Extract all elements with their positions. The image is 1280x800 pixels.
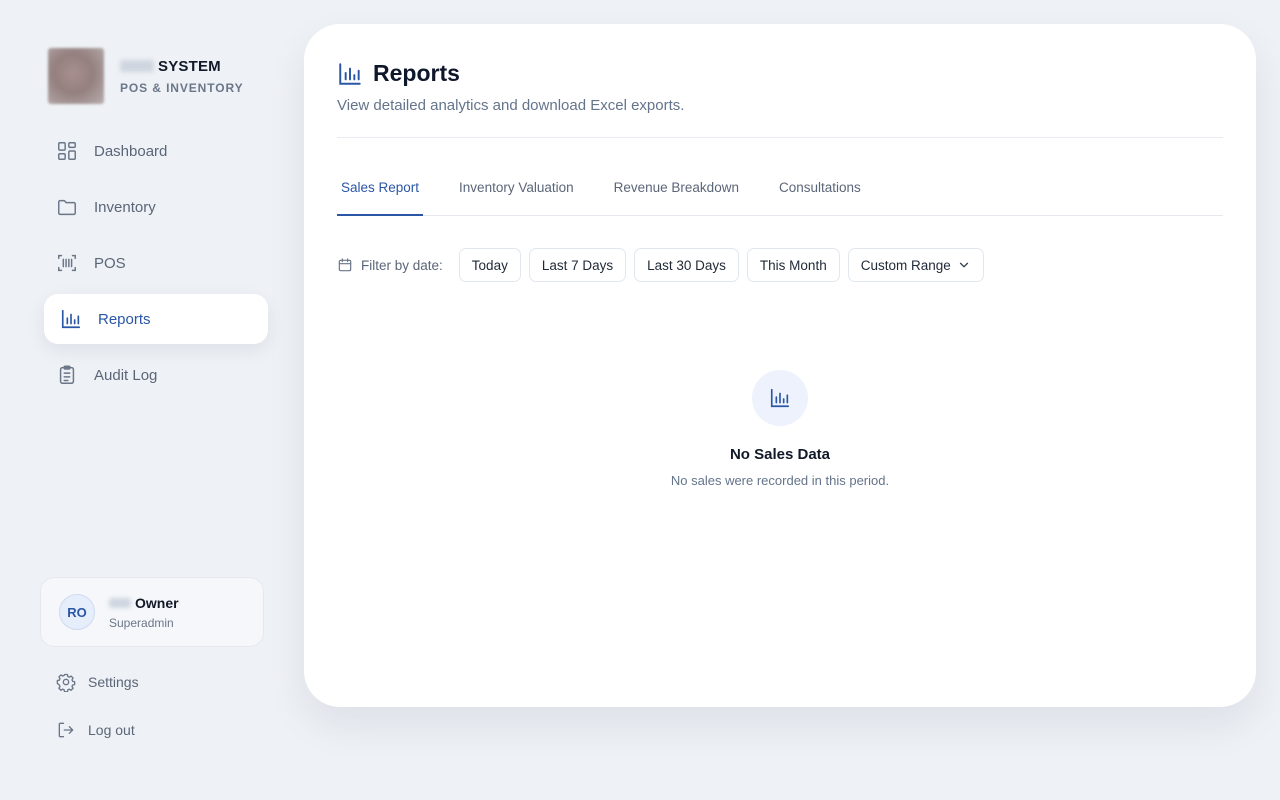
report-tabs: Sales Report Inventory Valuation Revenue… [337,174,1223,216]
gear-icon [56,672,76,692]
settings-label: Settings [88,674,139,690]
bar-chart-icon [60,308,82,330]
brand-title: SYSTEM [158,57,221,75]
brand-subtitle: POS & INVENTORY [120,80,244,95]
sidebar-item-dashboard[interactable]: Dashboard [44,126,268,176]
avatar: RO [59,594,95,630]
user-name: Owner [135,594,179,611]
folder-icon [56,196,78,218]
empty-state-title: No Sales Data [729,446,831,463]
empty-state-icon-circle [752,370,808,426]
tab-inventory-valuation[interactable]: Inventory Valuation [455,174,578,215]
bar-chart-icon [337,61,363,87]
sidebar-nav: Dashboard Inventory POS Reports Audit Lo… [44,126,268,406]
redacted-text [120,60,154,72]
barcode-scan-icon [56,252,78,274]
filter-today-button[interactable]: Today [458,248,521,282]
brand: SYSTEM POS & INVENTORY [48,48,244,104]
tab-sales-report[interactable]: Sales Report [337,174,424,216]
brand-title-row: SYSTEM [120,58,244,75]
bar-chart-icon [769,387,791,409]
user-role: Superadmin [109,615,174,630]
date-filter-bar: Filter by date: Today Last 7 Days Last 3… [337,248,992,282]
calendar-icon [337,257,353,273]
logout-label: Log out [88,722,135,738]
page-title: Reports [373,60,460,86]
user-name-row: Owner [109,595,179,611]
empty-state-message: No sales were recorded in this period. [670,473,890,488]
sidebar-item-pos[interactable]: POS [44,238,268,288]
filter-last-7-days-button[interactable]: Last 7 Days [528,248,627,282]
sidebar-item-label: Audit Log [94,366,158,384]
filter-this-month-button[interactable]: This Month [746,248,840,282]
tab-revenue-breakdown[interactable]: Revenue Breakdown [610,174,743,215]
filter-label-text: Filter by date: [361,257,443,273]
dashboard-grid-icon [56,140,78,162]
reports-panel: Reports View detailed analytics and down… [304,24,1256,707]
empty-state: No Sales Data No sales were recorded in … [304,370,1256,488]
brand-logo [48,48,104,104]
sidebar-item-reports[interactable]: Reports [44,294,268,344]
sidebar-item-label: POS [94,254,126,272]
chevron-down-icon [957,258,971,272]
redacted-text [109,597,131,608]
custom-range-dropdown[interactable]: Custom Range [847,248,984,282]
custom-range-label: Custom Range [860,257,951,273]
filter-last-30-days-button[interactable]: Last 30 Days [634,248,739,282]
settings-link[interactable]: Settings [56,672,139,692]
user-card[interactable]: RO Owner Superadmin [40,577,264,647]
page-subtitle: View detailed analytics and download Exc… [337,97,685,114]
header-divider [337,137,1223,138]
filter-label: Filter by date: [337,257,443,273]
sidebar-item-audit-log[interactable]: Audit Log [44,350,268,400]
logout-link[interactable]: Log out [56,720,135,740]
sidebar-item-label: Inventory [94,198,156,216]
sidebar-item-label: Dashboard [94,142,168,160]
sidebar-item-label: Reports [98,310,151,328]
sidebar-item-inventory[interactable]: Inventory [44,182,268,232]
clipboard-list-icon [56,364,78,386]
tab-consultations[interactable]: Consultations [775,174,865,215]
logout-icon [56,720,76,740]
